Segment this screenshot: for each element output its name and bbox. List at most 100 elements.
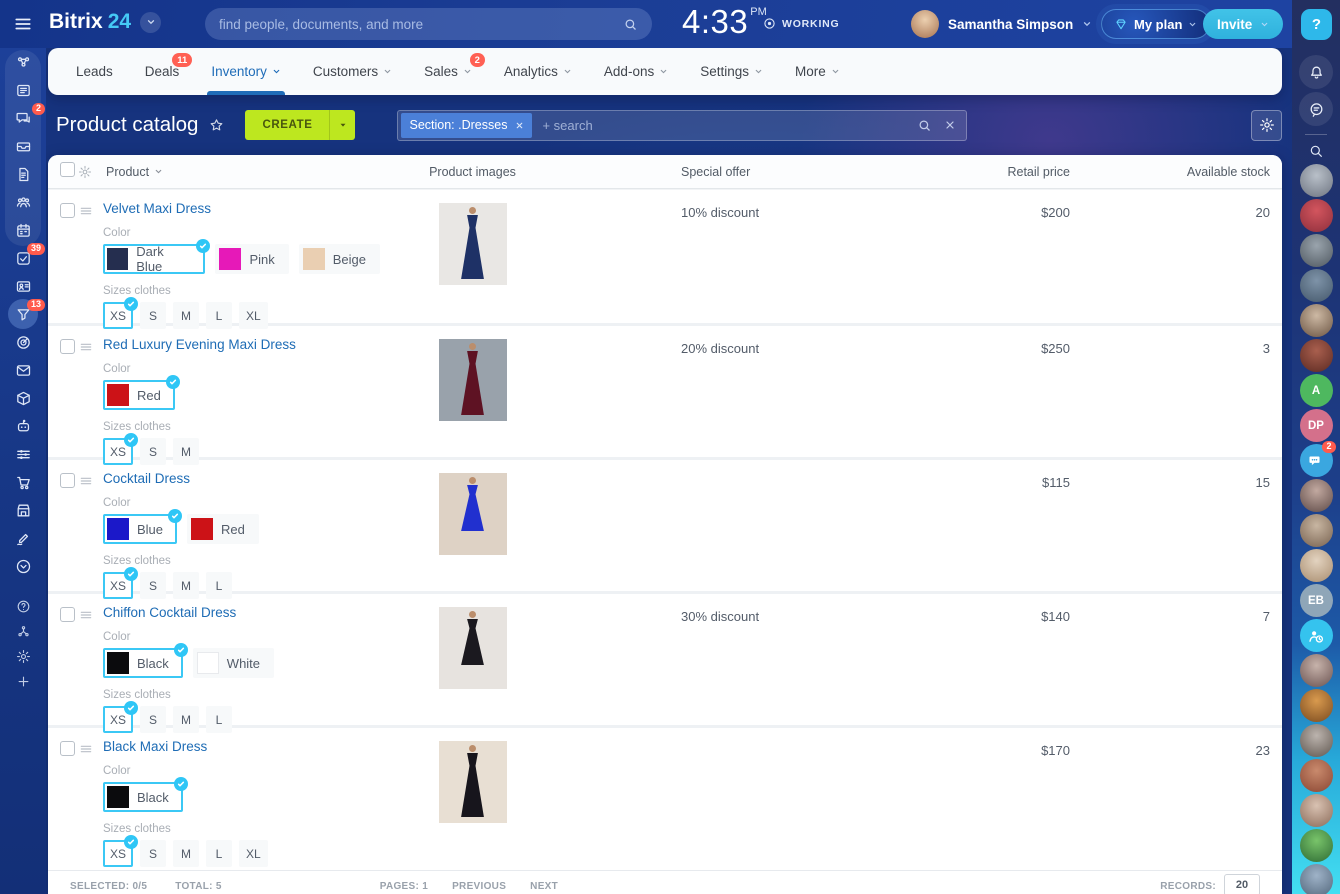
sidebar-item-help-circle[interactable] (0, 594, 46, 619)
avatar-person-clock[interactable] (1300, 619, 1333, 652)
user-menu[interactable]: Samantha Simpson (911, 10, 1092, 38)
nav-item-add-ons[interactable]: Add-ons (588, 48, 684, 95)
avatar-woman-redhead[interactable] (1300, 759, 1333, 792)
column-header-images[interactable]: Product images (390, 165, 555, 179)
nav-item-more[interactable]: More (779, 48, 856, 95)
remove-filter-icon[interactable] (515, 121, 524, 130)
color-option[interactable]: Pink (215, 244, 288, 274)
avatar-team-photo[interactable] (1300, 269, 1333, 302)
drag-handle-icon[interactable] (78, 190, 100, 329)
next-page-link[interactable]: NEXT (530, 881, 558, 892)
nav-item-deals[interactable]: Deals11 (129, 48, 196, 95)
color-option[interactable]: Black (103, 782, 183, 812)
sidebar-item-news-feed[interactable] (0, 76, 46, 104)
sidebar-item-crm-funnel[interactable]: 13 (0, 300, 46, 328)
size-option[interactable]: M (173, 302, 199, 329)
nav-item-sales[interactable]: Sales2 (408, 48, 488, 95)
product-image[interactable] (439, 339, 507, 421)
size-option[interactable]: S (140, 572, 166, 599)
sidebar-item-chevron-circle[interactable] (0, 552, 46, 580)
grid-settings-button[interactable] (1251, 110, 1282, 141)
drag-handle-icon[interactable] (78, 594, 100, 733)
avatar-man-headscarf[interactable] (1300, 514, 1333, 547)
product-link[interactable]: Chiffon Cocktail Dress (103, 605, 236, 620)
chevron-down-icon[interactable] (140, 12, 161, 33)
color-option[interactable]: Red (103, 380, 175, 410)
product-link[interactable]: Red Luxury Evening Maxi Dress (103, 337, 296, 352)
my-plan-button[interactable]: My plan (1101, 9, 1210, 39)
nav-item-analytics[interactable]: Analytics (488, 48, 588, 95)
row-checkbox[interactable] (60, 339, 75, 354)
avatar-man-gray[interactable] (1300, 234, 1333, 267)
column-header-offer[interactable]: Special offer (665, 165, 880, 179)
records-per-page-select[interactable]: 20 (1224, 874, 1260, 894)
avatar-woman-dark-hair[interactable] (1300, 479, 1333, 512)
create-dropdown-button[interactable] (330, 110, 355, 140)
sidebar-item-inbox-drawer[interactable] (0, 132, 46, 160)
invite-button[interactable]: Invite (1203, 9, 1283, 39)
row-checkbox[interactable] (60, 473, 75, 488)
search-icon[interactable] (917, 118, 932, 133)
rightbar-search-button[interactable] (1292, 143, 1340, 159)
color-option[interactable]: Red (187, 514, 259, 544)
sidebar-item-mail[interactable] (0, 356, 46, 384)
size-option[interactable]: M (173, 706, 199, 733)
column-header-stock[interactable]: Available stock (1070, 165, 1282, 179)
avatar-woman-waving[interactable] (1300, 794, 1333, 827)
size-option[interactable]: XS (103, 840, 133, 867)
drag-handle-icon[interactable] (78, 326, 100, 465)
sidebar-item-tasks-check[interactable]: 39 (0, 244, 46, 272)
size-option[interactable]: L (206, 706, 232, 733)
menu-icon[interactable] (12, 15, 34, 33)
create-button[interactable]: CREATE (245, 110, 330, 140)
product-link[interactable]: Velvet Maxi Dress (103, 201, 211, 216)
row-checkbox[interactable] (60, 741, 75, 756)
sidebar-item-contact-card[interactable] (0, 272, 46, 300)
color-option[interactable]: White (193, 648, 274, 678)
product-link[interactable]: Cocktail Dress (103, 471, 190, 486)
sidebar-item-people[interactable] (0, 188, 46, 216)
avatar-initials[interactable]: EB (1300, 584, 1333, 617)
avatar-initials[interactable]: DP (1300, 409, 1333, 442)
sidebar-item-sign-pen[interactable] (0, 524, 46, 552)
product-image[interactable] (439, 741, 507, 823)
rightbar-bell-button[interactable] (1299, 55, 1333, 89)
color-option[interactable]: Black (103, 648, 183, 678)
color-option[interactable]: Blue (103, 514, 177, 544)
product-link[interactable]: Black Maxi Dress (103, 739, 207, 754)
filter-search-bar[interactable]: Section: .Dresses + search (397, 110, 967, 141)
rightbar-messenger-button[interactable] (1299, 92, 1333, 126)
row-checkbox[interactable] (60, 203, 75, 218)
product-image[interactable] (439, 607, 507, 689)
row-checkbox[interactable] (60, 607, 75, 622)
sidebar-item-plus[interactable] (0, 669, 46, 694)
sidebar-item-share-nodes[interactable] (0, 619, 46, 644)
sidebar-item-calendar[interactable] (0, 216, 46, 244)
color-option[interactable]: Beige (299, 244, 380, 274)
filter-chip[interactable]: Section: .Dresses (401, 113, 532, 138)
size-option[interactable]: S (140, 706, 166, 733)
size-option[interactable]: S (140, 302, 166, 329)
size-option[interactable]: XL (239, 302, 268, 329)
sidebar-item-product-box[interactable] (0, 384, 46, 412)
size-option[interactable]: M (173, 572, 199, 599)
avatar-partial-avatar[interactable] (1300, 864, 1333, 894)
size-option[interactable]: S (140, 438, 166, 465)
size-option[interactable]: M (173, 438, 199, 465)
product-image[interactable] (439, 203, 507, 285)
avatar-woman-auburn[interactable] (1300, 339, 1333, 372)
avatar-tiger[interactable] (1300, 689, 1333, 722)
bitrix24-logo[interactable]: Bitrix24 (49, 10, 161, 34)
column-header-product[interactable]: Product (100, 165, 390, 179)
avatar-woman-blonde[interactable] (1300, 549, 1333, 582)
size-option[interactable]: L (206, 572, 232, 599)
avatar-group-chat[interactable]: 2 (1300, 444, 1333, 477)
drag-handle-icon[interactable] (78, 728, 100, 867)
sidebar-item-document[interactable] (0, 160, 46, 188)
global-search-input[interactable]: find people, documents, and more (205, 8, 652, 40)
avatar-initials[interactable]: A (1300, 374, 1333, 407)
size-option[interactable]: S (140, 840, 166, 867)
size-option[interactable]: M (173, 840, 199, 867)
size-option[interactable]: L (206, 840, 232, 867)
size-option[interactable]: XS (103, 438, 133, 465)
